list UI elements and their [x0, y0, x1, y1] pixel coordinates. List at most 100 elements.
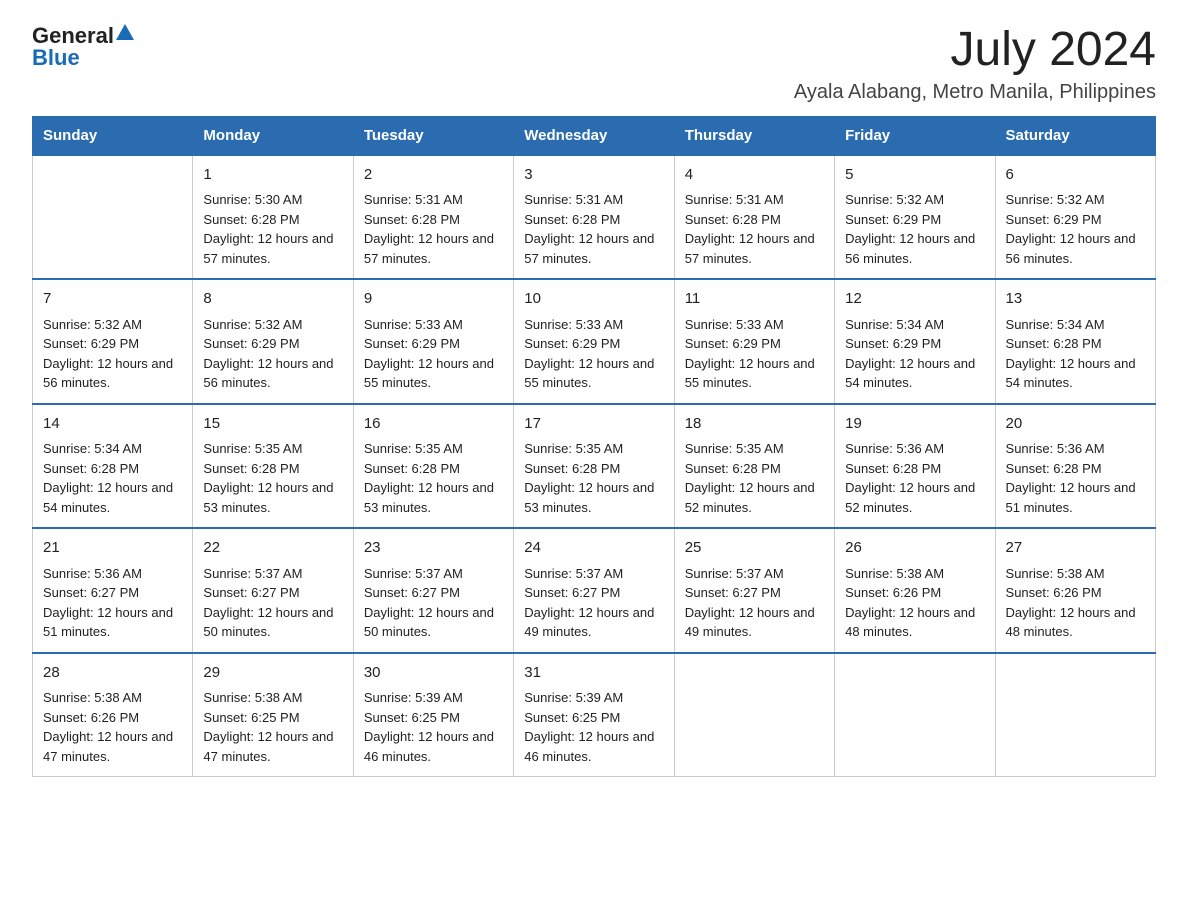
day-number: 13	[1006, 288, 1145, 311]
day-number: 2	[364, 164, 503, 187]
day-number: 18	[685, 413, 824, 436]
week-row-5: 28 Sunrise: 5:38 AMSunset: 6:26 PMDayligh…	[33, 653, 1156, 777]
day-number: 28	[43, 662, 182, 685]
calendar-cell: 9Sunrise: 5:33 AMSunset: 6:29 PMDaylight…	[353, 279, 513, 404]
day-number: 17	[524, 413, 663, 436]
day-number: 5	[845, 164, 984, 187]
calendar-cell: 12 Sunrise: 5:34 AMSunset: 6:29 PMDayligh…	[835, 279, 995, 404]
day-info: Sunrise: 5:36 AMSunset: 6:27 PMDaylight:…	[43, 564, 182, 642]
calendar-cell: 8 Sunrise: 5:32 AMSunset: 6:29 PMDaylight…	[193, 279, 353, 404]
calendar-cell	[33, 155, 193, 280]
calendar-header: SundayMondayTuesdayWednesdayThursdayFrid…	[33, 116, 1156, 155]
day-info: Sunrise: 5:32 AMSunset: 6:29 PMDaylight:…	[203, 315, 342, 393]
header-day-sunday: Sunday	[33, 116, 193, 155]
day-info: Sunrise: 5:34 AMSunset: 6:28 PMDaylight:…	[43, 439, 182, 517]
week-row-4: 21 Sunrise: 5:36 AMSunset: 6:27 PMDayligh…	[33, 528, 1156, 653]
calendar-cell: 6 Sunrise: 5:32 AMSunset: 6:29 PMDaylight…	[995, 155, 1155, 280]
header-day-thursday: Thursday	[674, 116, 834, 155]
calendar-cell: 23 Sunrise: 5:37 AMSunset: 6:27 PMDayligh…	[353, 528, 513, 653]
header-day-saturday: Saturday	[995, 116, 1155, 155]
day-number: 21	[43, 537, 182, 560]
calendar-cell: 14 Sunrise: 5:34 AMSunset: 6:28 PMDayligh…	[33, 404, 193, 529]
day-info: Sunrise: 5:37 AMSunset: 6:27 PMDaylight:…	[203, 564, 342, 642]
calendar-cell: 27 Sunrise: 5:38 AMSunset: 6:26 PMDayligh…	[995, 528, 1155, 653]
day-number: 14	[43, 413, 182, 436]
day-number: 8	[203, 288, 342, 311]
day-number: 1	[203, 164, 342, 187]
day-number: 27	[1006, 537, 1145, 560]
day-number: 25	[685, 537, 824, 560]
calendar-cell: 30Sunrise: 5:39 AMSunset: 6:25 PMDayligh…	[353, 653, 513, 777]
week-row-3: 14 Sunrise: 5:34 AMSunset: 6:28 PMDayligh…	[33, 404, 1156, 529]
calendar-body: 1 Sunrise: 5:30 AMSunset: 6:28 PMDaylight…	[33, 155, 1156, 777]
day-number: 11	[685, 288, 824, 311]
day-info: Sunrise: 5:31 AMSunset: 6:28 PMDaylight:…	[685, 190, 824, 268]
day-number: 12	[845, 288, 984, 311]
calendar-cell: 7Sunrise: 5:32 AMSunset: 6:29 PMDaylight…	[33, 279, 193, 404]
day-number: 10	[524, 288, 663, 311]
day-number: 9	[364, 288, 503, 311]
day-info: Sunrise: 5:30 AMSunset: 6:28 PMDaylight:…	[203, 190, 342, 268]
day-info: Sunrise: 5:32 AMSunset: 6:29 PMDaylight:…	[845, 190, 984, 268]
day-number: 23	[364, 537, 503, 560]
calendar-cell	[835, 653, 995, 777]
day-number: 4	[685, 164, 824, 187]
logo-text: General Blue	[32, 24, 134, 69]
calendar-cell: 29Sunrise: 5:38 AMSunset: 6:25 PMDayligh…	[193, 653, 353, 777]
calendar-cell: 18 Sunrise: 5:35 AMSunset: 6:28 PMDayligh…	[674, 404, 834, 529]
header-day-friday: Friday	[835, 116, 995, 155]
day-info: Sunrise: 5:37 AMSunset: 6:27 PMDaylight:…	[524, 564, 663, 642]
logo: General Blue	[32, 24, 134, 69]
calendar-cell: 21 Sunrise: 5:36 AMSunset: 6:27 PMDayligh…	[33, 528, 193, 653]
day-info: Sunrise: 5:33 AMSunset: 6:29 PMDaylight:…	[524, 315, 663, 393]
day-info: Sunrise: 5:37 AMSunset: 6:27 PMDaylight:…	[364, 564, 503, 642]
calendar-cell: 26Sunrise: 5:38 AMSunset: 6:26 PMDayligh…	[835, 528, 995, 653]
calendar-cell: 15Sunrise: 5:35 AMSunset: 6:28 PMDayligh…	[193, 404, 353, 529]
header-day-monday: Monday	[193, 116, 353, 155]
calendar-cell: 24 Sunrise: 5:37 AMSunset: 6:27 PMDayligh…	[514, 528, 674, 653]
day-info: Sunrise: 5:37 AMSunset: 6:27 PMDaylight:…	[685, 564, 824, 642]
calendar-cell: 10 Sunrise: 5:33 AMSunset: 6:29 PMDayligh…	[514, 279, 674, 404]
calendar-cell: 3 Sunrise: 5:31 AMSunset: 6:28 PMDaylight…	[514, 155, 674, 280]
day-info: Sunrise: 5:35 AMSunset: 6:28 PMDaylight:…	[364, 439, 503, 517]
calendar-table: SundayMondayTuesdayWednesdayThursdayFrid…	[32, 116, 1156, 778]
calendar-cell: 28 Sunrise: 5:38 AMSunset: 6:26 PMDayligh…	[33, 653, 193, 777]
day-number: 19	[845, 413, 984, 436]
day-info: Sunrise: 5:38 AMSunset: 6:26 PMDaylight:…	[1006, 564, 1145, 642]
day-info: Sunrise: 5:31 AMSunset: 6:28 PMDaylight:…	[524, 190, 663, 268]
day-number: 24	[524, 537, 663, 560]
calendar-cell: 20Sunrise: 5:36 AMSunset: 6:28 PMDayligh…	[995, 404, 1155, 529]
day-info: Sunrise: 5:38 AMSunset: 6:26 PMDaylight:…	[43, 688, 182, 766]
day-number: 20	[1006, 413, 1145, 436]
day-number: 22	[203, 537, 342, 560]
calendar-cell: 17 Sunrise: 5:35 AMSunset: 6:28 PMDayligh…	[514, 404, 674, 529]
day-number: 3	[524, 164, 663, 187]
page-title: July 2024	[794, 24, 1156, 77]
header-day-tuesday: Tuesday	[353, 116, 513, 155]
header-row: SundayMondayTuesdayWednesdayThursdayFrid…	[33, 116, 1156, 155]
calendar-cell: 11Sunrise: 5:33 AMSunset: 6:29 PMDayligh…	[674, 279, 834, 404]
calendar-cell: 13 Sunrise: 5:34 AMSunset: 6:28 PMDayligh…	[995, 279, 1155, 404]
page-header: General Blue July 2024 Ayala Alabang, Me…	[32, 24, 1156, 104]
day-number: 6	[1006, 164, 1145, 187]
header-day-wednesday: Wednesday	[514, 116, 674, 155]
day-info: Sunrise: 5:32 AMSunset: 6:29 PMDaylight:…	[1006, 190, 1145, 268]
calendar-cell: 2Sunrise: 5:31 AMSunset: 6:28 PMDaylight…	[353, 155, 513, 280]
week-row-2: 7Sunrise: 5:32 AMSunset: 6:29 PMDaylight…	[33, 279, 1156, 404]
week-row-1: 1 Sunrise: 5:30 AMSunset: 6:28 PMDaylight…	[33, 155, 1156, 280]
day-info: Sunrise: 5:34 AMSunset: 6:28 PMDaylight:…	[1006, 315, 1145, 393]
day-info: Sunrise: 5:35 AMSunset: 6:28 PMDaylight:…	[685, 439, 824, 517]
calendar-cell: 25 Sunrise: 5:37 AMSunset: 6:27 PMDayligh…	[674, 528, 834, 653]
calendar-cell: 16Sunrise: 5:35 AMSunset: 6:28 PMDayligh…	[353, 404, 513, 529]
day-number: 29	[203, 662, 342, 685]
day-info: Sunrise: 5:32 AMSunset: 6:29 PMDaylight:…	[43, 315, 182, 393]
calendar-cell: 31Sunrise: 5:39 AMSunset: 6:25 PMDayligh…	[514, 653, 674, 777]
day-info: Sunrise: 5:35 AMSunset: 6:28 PMDaylight:…	[524, 439, 663, 517]
day-info: Sunrise: 5:36 AMSunset: 6:28 PMDaylight:…	[845, 439, 984, 517]
day-info: Sunrise: 5:34 AMSunset: 6:29 PMDaylight:…	[845, 315, 984, 393]
title-block: July 2024 Ayala Alabang, Metro Manila, P…	[794, 24, 1156, 104]
calendar-cell: 5 Sunrise: 5:32 AMSunset: 6:29 PMDaylight…	[835, 155, 995, 280]
day-number: 15	[203, 413, 342, 436]
calendar-cell	[995, 653, 1155, 777]
calendar-cell: 4 Sunrise: 5:31 AMSunset: 6:28 PMDaylight…	[674, 155, 834, 280]
